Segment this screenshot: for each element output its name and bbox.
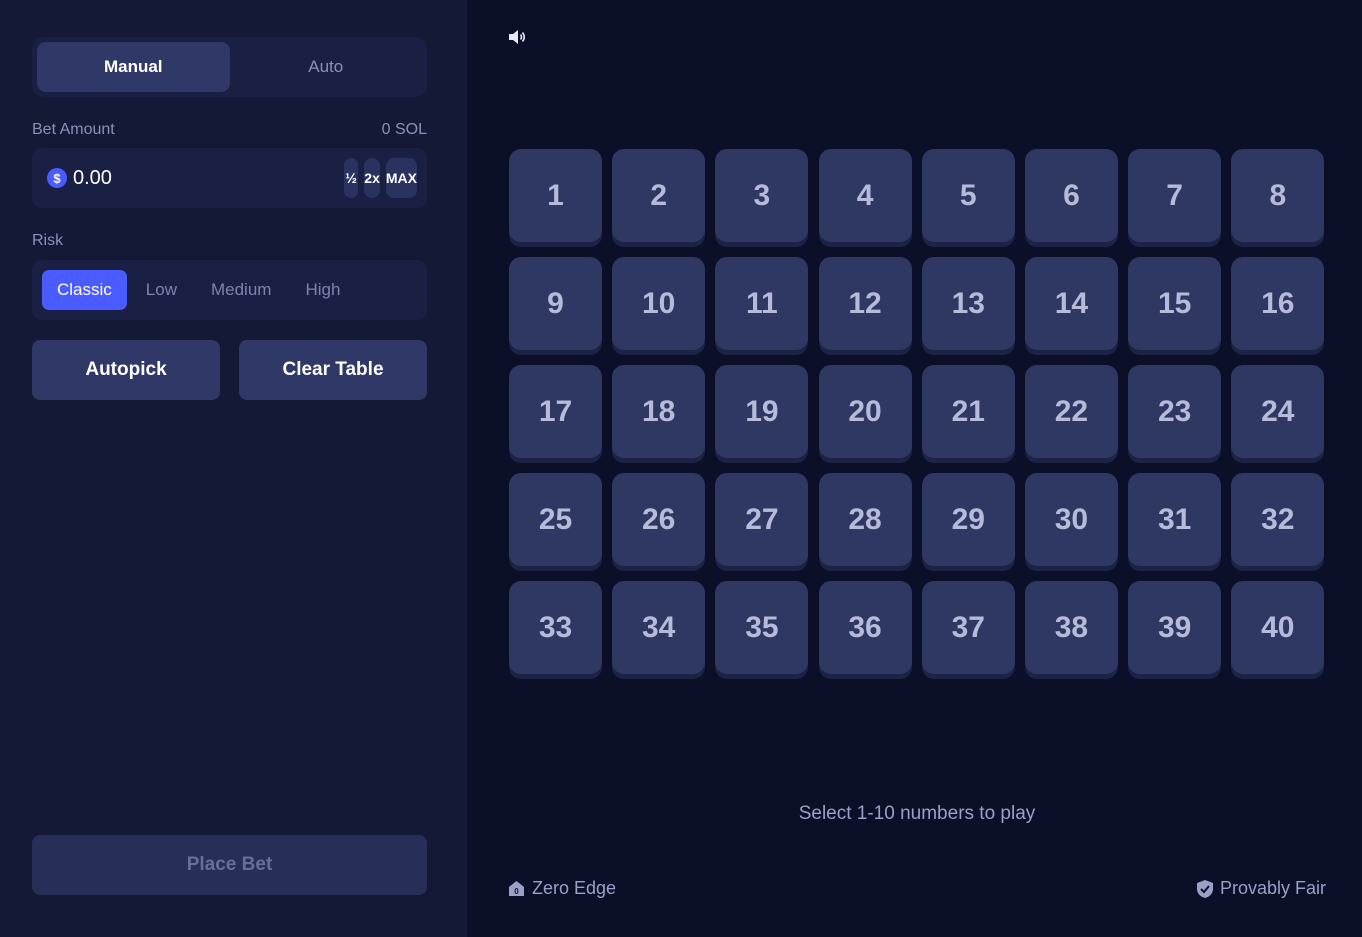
number-tile[interactable]: 32 <box>1231 473 1325 566</box>
currency-icon: $ <box>47 168 67 188</box>
number-tile[interactable]: 20 <box>818 365 912 458</box>
max-bet-button[interactable]: MAX <box>385 158 417 198</box>
number-tile[interactable]: 8 <box>1231 149 1325 242</box>
number-tile[interactable]: 33 <box>509 581 602 674</box>
number-tile[interactable]: 24 <box>1231 365 1325 458</box>
number-tile[interactable]: 9 <box>509 257 602 350</box>
bet-amount-header: Bet Amount 0 SOL <box>32 121 427 139</box>
number-tile[interactable]: 34 <box>612 581 706 674</box>
double-bet-button[interactable]: 2x <box>364 158 380 198</box>
number-tile[interactable]: 18 <box>612 365 706 458</box>
risk-low[interactable]: Low <box>131 270 192 310</box>
number-tile[interactable]: 12 <box>818 257 912 350</box>
number-tile[interactable]: 30 <box>1024 473 1118 566</box>
number-tile[interactable]: 5 <box>921 149 1015 242</box>
mode-tabs: Manual Auto <box>32 37 427 97</box>
risk-classic[interactable]: Classic <box>42 270 127 310</box>
number-tile[interactable]: 13 <box>921 257 1015 350</box>
risk-medium[interactable]: Medium <box>196 270 286 310</box>
zero-edge-label: Zero Edge <box>532 878 617 898</box>
number-tile[interactable]: 22 <box>1024 365 1118 458</box>
number-tile[interactable]: 25 <box>509 473 602 566</box>
tab-auto[interactable]: Auto <box>230 42 423 92</box>
number-tile[interactable]: 17 <box>509 365 602 458</box>
number-tile[interactable]: 3 <box>715 149 809 242</box>
risk-high[interactable]: High <box>290 270 355 310</box>
number-tile[interactable]: 36 <box>818 581 912 674</box>
number-tile[interactable]: 40 <box>1231 581 1325 674</box>
svg-text:0: 0 <box>514 887 519 896</box>
number-tile[interactable]: 38 <box>1024 581 1118 674</box>
zero-edge-link[interactable]: 0 Zero Edge <box>507 878 616 899</box>
tab-manual[interactable]: Manual <box>37 42 230 92</box>
number-tile[interactable]: 35 <box>715 581 809 674</box>
number-tile[interactable]: 23 <box>1128 365 1222 458</box>
number-tile[interactable]: 11 <box>715 257 809 350</box>
bet-amount-label: Bet Amount <box>32 121 115 138</box>
number-tile[interactable]: 27 <box>715 473 809 566</box>
number-tile[interactable]: 7 <box>1128 149 1222 242</box>
number-tile[interactable]: 16 <box>1231 257 1325 350</box>
provably-fair-label: Provably Fair <box>1219 878 1326 898</box>
risk-label: Risk <box>32 232 64 249</box>
number-tile[interactable]: 14 <box>1024 257 1118 350</box>
number-tile[interactable]: 19 <box>715 365 809 458</box>
number-tile[interactable]: 6 <box>1024 149 1118 242</box>
number-tile[interactable]: 37 <box>921 581 1015 674</box>
balance-display: 0 SOL <box>381 121 427 138</box>
bet-amount-field: $ ½ 2x MAX <box>32 148 427 208</box>
place-bet-button[interactable]: Place Bet <box>32 835 427 895</box>
number-tile[interactable]: 15 <box>1128 257 1222 350</box>
number-tile[interactable]: 4 <box>818 149 912 242</box>
bet-amount-input[interactable] <box>73 166 338 190</box>
half-bet-button[interactable]: ½ <box>344 158 359 198</box>
play-hint: Select 1-10 numbers to play <box>798 803 1036 824</box>
number-tile[interactable]: 1 <box>509 149 602 242</box>
number-tile[interactable]: 28 <box>818 473 912 566</box>
zero-edge-icon: 0 <box>509 881 524 896</box>
provably-fair-link[interactable]: Provably Fair <box>1196 878 1326 899</box>
risk-selector: Classic Low Medium High <box>32 260 427 320</box>
number-tile[interactable]: 10 <box>612 257 706 350</box>
clear-table-button[interactable]: Clear Table <box>239 340 427 400</box>
bet-sidebar: Manual Auto Bet Amount 0 SOL $ ½ 2x MAX … <box>0 0 467 937</box>
keno-app: Manual Auto Bet Amount 0 SOL $ ½ 2x MAX … <box>0 0 1362 937</box>
shield-check-icon <box>1196 879 1213 898</box>
number-tile[interactable]: 39 <box>1128 581 1222 674</box>
number-tile[interactable]: 26 <box>612 473 706 566</box>
number-tile[interactable]: 21 <box>921 365 1015 458</box>
number-grid: 1 2 3 4 5 6 7 8 9 10 11 12 13 14 15 16 17 18 19 20 21 22 23 24 2… <box>509 149 1325 674</box>
number-tile[interactable]: 29 <box>921 473 1015 566</box>
number-tile[interactable]: 31 <box>1128 473 1222 566</box>
number-tile[interactable]: 2 <box>612 149 706 242</box>
autopick-button[interactable]: Autopick <box>32 340 220 400</box>
speaker-icon[interactable] <box>507 28 527 46</box>
